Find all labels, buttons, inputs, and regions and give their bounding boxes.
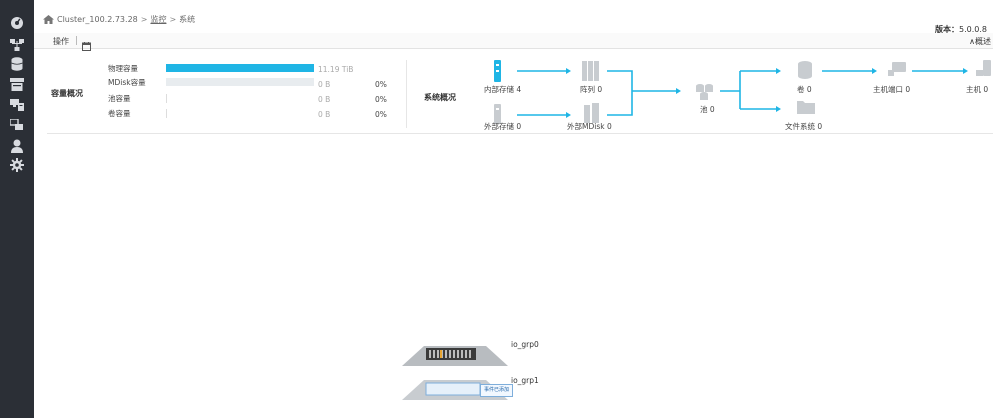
io-group-0-enclosure <box>402 346 508 366</box>
io-group-1-tooltip: 事件已添加 <box>480 384 513 397</box>
io-group-diagram <box>402 346 508 400</box>
io-group-1-label[interactable]: io_grp1 <box>511 376 539 385</box>
io-group-0-label[interactable]: io_grp0 <box>511 340 539 349</box>
